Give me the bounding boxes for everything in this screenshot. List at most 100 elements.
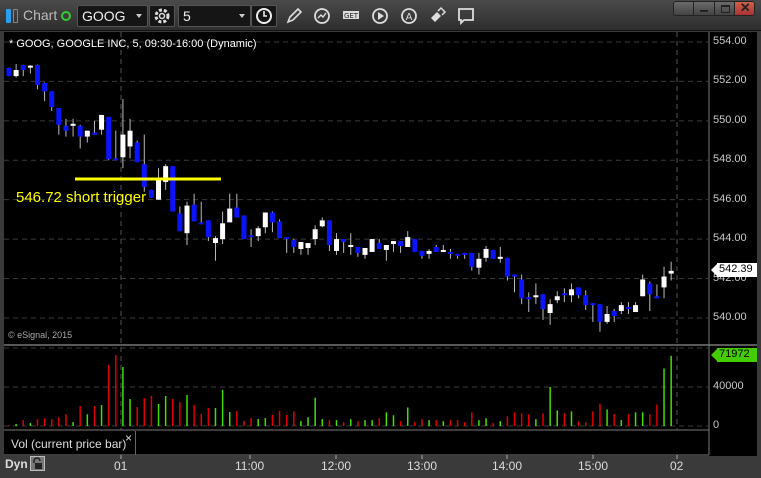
candle <box>113 158 119 161</box>
candle <box>526 297 532 300</box>
candle <box>547 304 553 314</box>
candle <box>319 220 325 227</box>
price-chart[interactable] <box>0 0 761 478</box>
candle <box>56 108 62 125</box>
candle <box>504 257 510 277</box>
candle <box>561 293 567 296</box>
candle <box>433 246 439 252</box>
candle <box>27 65 33 68</box>
candle <box>241 215 247 240</box>
candle <box>476 258 482 268</box>
chart-header: * GOOG, GOOGLE INC, 5, 09:30-16:00 (Dyna… <box>9 38 257 50</box>
time-axis-label: 01 <box>114 459 128 473</box>
candle <box>369 239 375 252</box>
candle <box>633 305 639 313</box>
candle <box>141 164 147 187</box>
candle <box>262 212 268 228</box>
candle <box>590 303 596 306</box>
candle <box>70 123 76 126</box>
candle <box>148 189 154 198</box>
candle <box>284 237 290 240</box>
candle <box>533 295 539 298</box>
candle <box>668 270 674 274</box>
candle <box>497 256 503 259</box>
candle <box>348 245 354 248</box>
last-volume-value: 71972 <box>717 348 757 362</box>
price-axis-label: 546.00 <box>713 192 747 205</box>
candle <box>455 253 461 256</box>
candle <box>654 296 660 299</box>
candle <box>291 240 297 247</box>
candle <box>376 243 382 249</box>
time-axis-label: 11:00 <box>235 459 265 473</box>
candle <box>604 313 610 322</box>
candle <box>462 252 468 255</box>
price-axis-label: 540.00 <box>713 310 747 323</box>
candle <box>298 242 304 249</box>
candle <box>6 68 12 77</box>
candle <box>305 243 311 248</box>
time-axis-label: 14:00 <box>492 459 523 473</box>
candle <box>177 213 183 232</box>
candle <box>13 69 19 77</box>
price-axis-label: 548.00 <box>713 153 747 166</box>
candle <box>91 132 97 135</box>
candle <box>390 241 396 245</box>
candle <box>134 142 140 163</box>
candle <box>355 246 361 253</box>
candle <box>618 305 624 312</box>
close-study-button[interactable]: × <box>125 431 132 445</box>
candle <box>611 311 617 316</box>
candle <box>212 238 218 244</box>
time-axis-label: 12:00 <box>321 459 352 473</box>
candle <box>312 229 318 240</box>
candle <box>84 130 90 137</box>
scale-lock-button[interactable] <box>30 456 45 471</box>
candle <box>269 212 275 223</box>
candle <box>440 249 446 252</box>
candle <box>205 220 211 238</box>
candle <box>255 228 261 237</box>
study-label-box: Vol (current price bar) × <box>4 431 136 455</box>
candle <box>640 279 646 297</box>
candle <box>625 307 631 310</box>
candle <box>647 283 653 295</box>
candle <box>405 237 411 247</box>
volume-axis-label: 0 <box>713 419 720 431</box>
candle <box>34 65 40 85</box>
candle <box>661 276 667 288</box>
candle <box>120 134 126 158</box>
candle <box>426 250 432 254</box>
candle <box>227 208 233 223</box>
candle <box>170 166 176 212</box>
price-axis-label: 554.00 <box>713 35 747 47</box>
candle <box>419 250 425 256</box>
copyright: © eSignal, 2015 <box>8 330 73 340</box>
time-axis-label: 15:00 <box>578 459 609 473</box>
time-mode[interactable]: Dyn <box>5 457 28 471</box>
last-price-tag: 542.39 <box>710 263 757 277</box>
last-volume-tag: 71972 <box>710 348 757 362</box>
candle <box>519 279 525 299</box>
candle <box>490 249 496 259</box>
candle <box>234 207 240 218</box>
study-label: Vol (current price bar) <box>11 437 127 451</box>
candle <box>362 247 368 255</box>
price-axis-label: 552.00 <box>713 74 747 87</box>
candle <box>576 287 582 296</box>
candle <box>106 116 112 160</box>
candle <box>341 239 347 243</box>
candle <box>383 245 389 250</box>
price-axis-label: 550.00 <box>713 113 747 126</box>
candle <box>63 125 69 131</box>
candle <box>20 65 26 70</box>
candle <box>156 179 162 200</box>
candle <box>512 274 518 277</box>
trigger-label[interactable]: 546.72 short trigger <box>16 189 146 206</box>
candle <box>184 205 190 234</box>
candle <box>469 252 475 267</box>
candle <box>334 239 340 251</box>
candle <box>99 114 105 130</box>
candle <box>483 248 489 258</box>
time-axis-label: 13:00 <box>407 459 438 473</box>
